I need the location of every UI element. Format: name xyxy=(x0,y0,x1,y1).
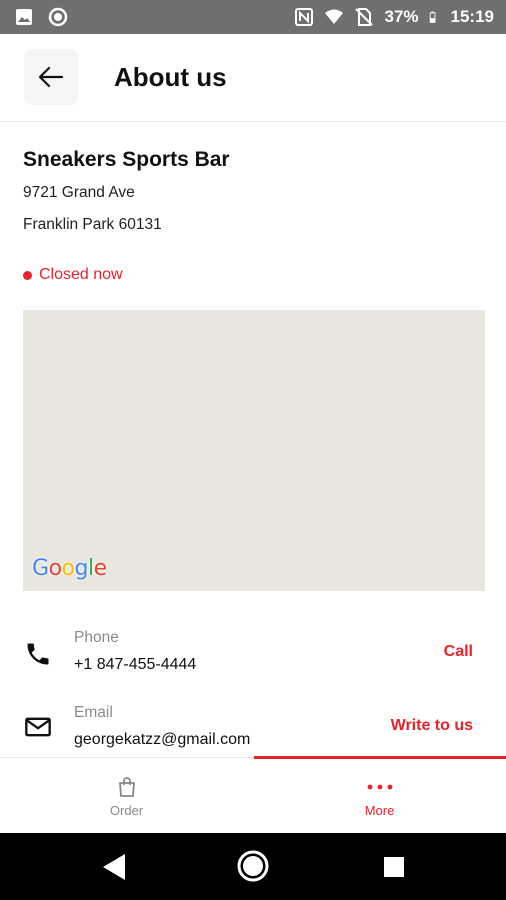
app-header: About us xyxy=(0,34,506,122)
call-button[interactable]: Call xyxy=(444,643,473,661)
battery-percent: 37% xyxy=(384,7,419,26)
email-label: Email xyxy=(74,704,113,721)
email-address: georgekatzz@gmail.com xyxy=(74,731,251,748)
system-navigation-bar xyxy=(0,833,506,900)
status-bar: 37% 15:19 xyxy=(0,0,506,34)
write-to-us-button[interactable]: Write to us xyxy=(391,717,473,735)
phone-row: Phone +1 847-455-4444 Call xyxy=(0,622,506,692)
nav-more-label: More xyxy=(364,802,395,818)
shopping-bag-icon xyxy=(118,776,135,797)
clock: 15:19 xyxy=(450,7,494,26)
nav-order[interactable]: Order xyxy=(0,758,253,834)
status-text: Closed now xyxy=(39,266,123,283)
address-line-1: 9721 Grand Ave xyxy=(23,184,135,201)
battery-icon xyxy=(429,11,435,23)
google-logo: Google xyxy=(32,556,107,581)
system-back-icon[interactable] xyxy=(100,852,128,882)
nav-more[interactable]: More xyxy=(253,758,506,834)
status-dot-icon xyxy=(23,270,32,280)
system-home-icon[interactable] xyxy=(236,849,270,883)
nav-order-label: Order xyxy=(109,802,144,818)
bottom-navigation: Order More xyxy=(0,756,506,834)
phone-label: Phone xyxy=(74,629,119,646)
image-notification-icon xyxy=(16,9,32,25)
back-button[interactable] xyxy=(24,49,78,105)
mail-icon xyxy=(25,717,51,737)
phone-number: +1 847-455-4444 xyxy=(74,656,197,673)
phone-icon xyxy=(27,643,49,665)
map-view[interactable]: Google xyxy=(23,310,485,591)
venue-name: Sneakers Sports Bar xyxy=(23,148,230,171)
nfc-icon xyxy=(295,8,314,26)
address-line-2: Franklin Park 60131 xyxy=(23,216,162,233)
wifi-icon xyxy=(325,9,344,24)
system-recents-icon[interactable] xyxy=(382,855,406,879)
more-dots-icon xyxy=(367,784,392,789)
no-sim-icon xyxy=(355,8,374,26)
open-status: Closed now xyxy=(23,266,123,284)
arrow-left-icon xyxy=(38,66,64,88)
circle-notification-icon xyxy=(48,7,68,27)
page-title: About us xyxy=(114,62,227,92)
